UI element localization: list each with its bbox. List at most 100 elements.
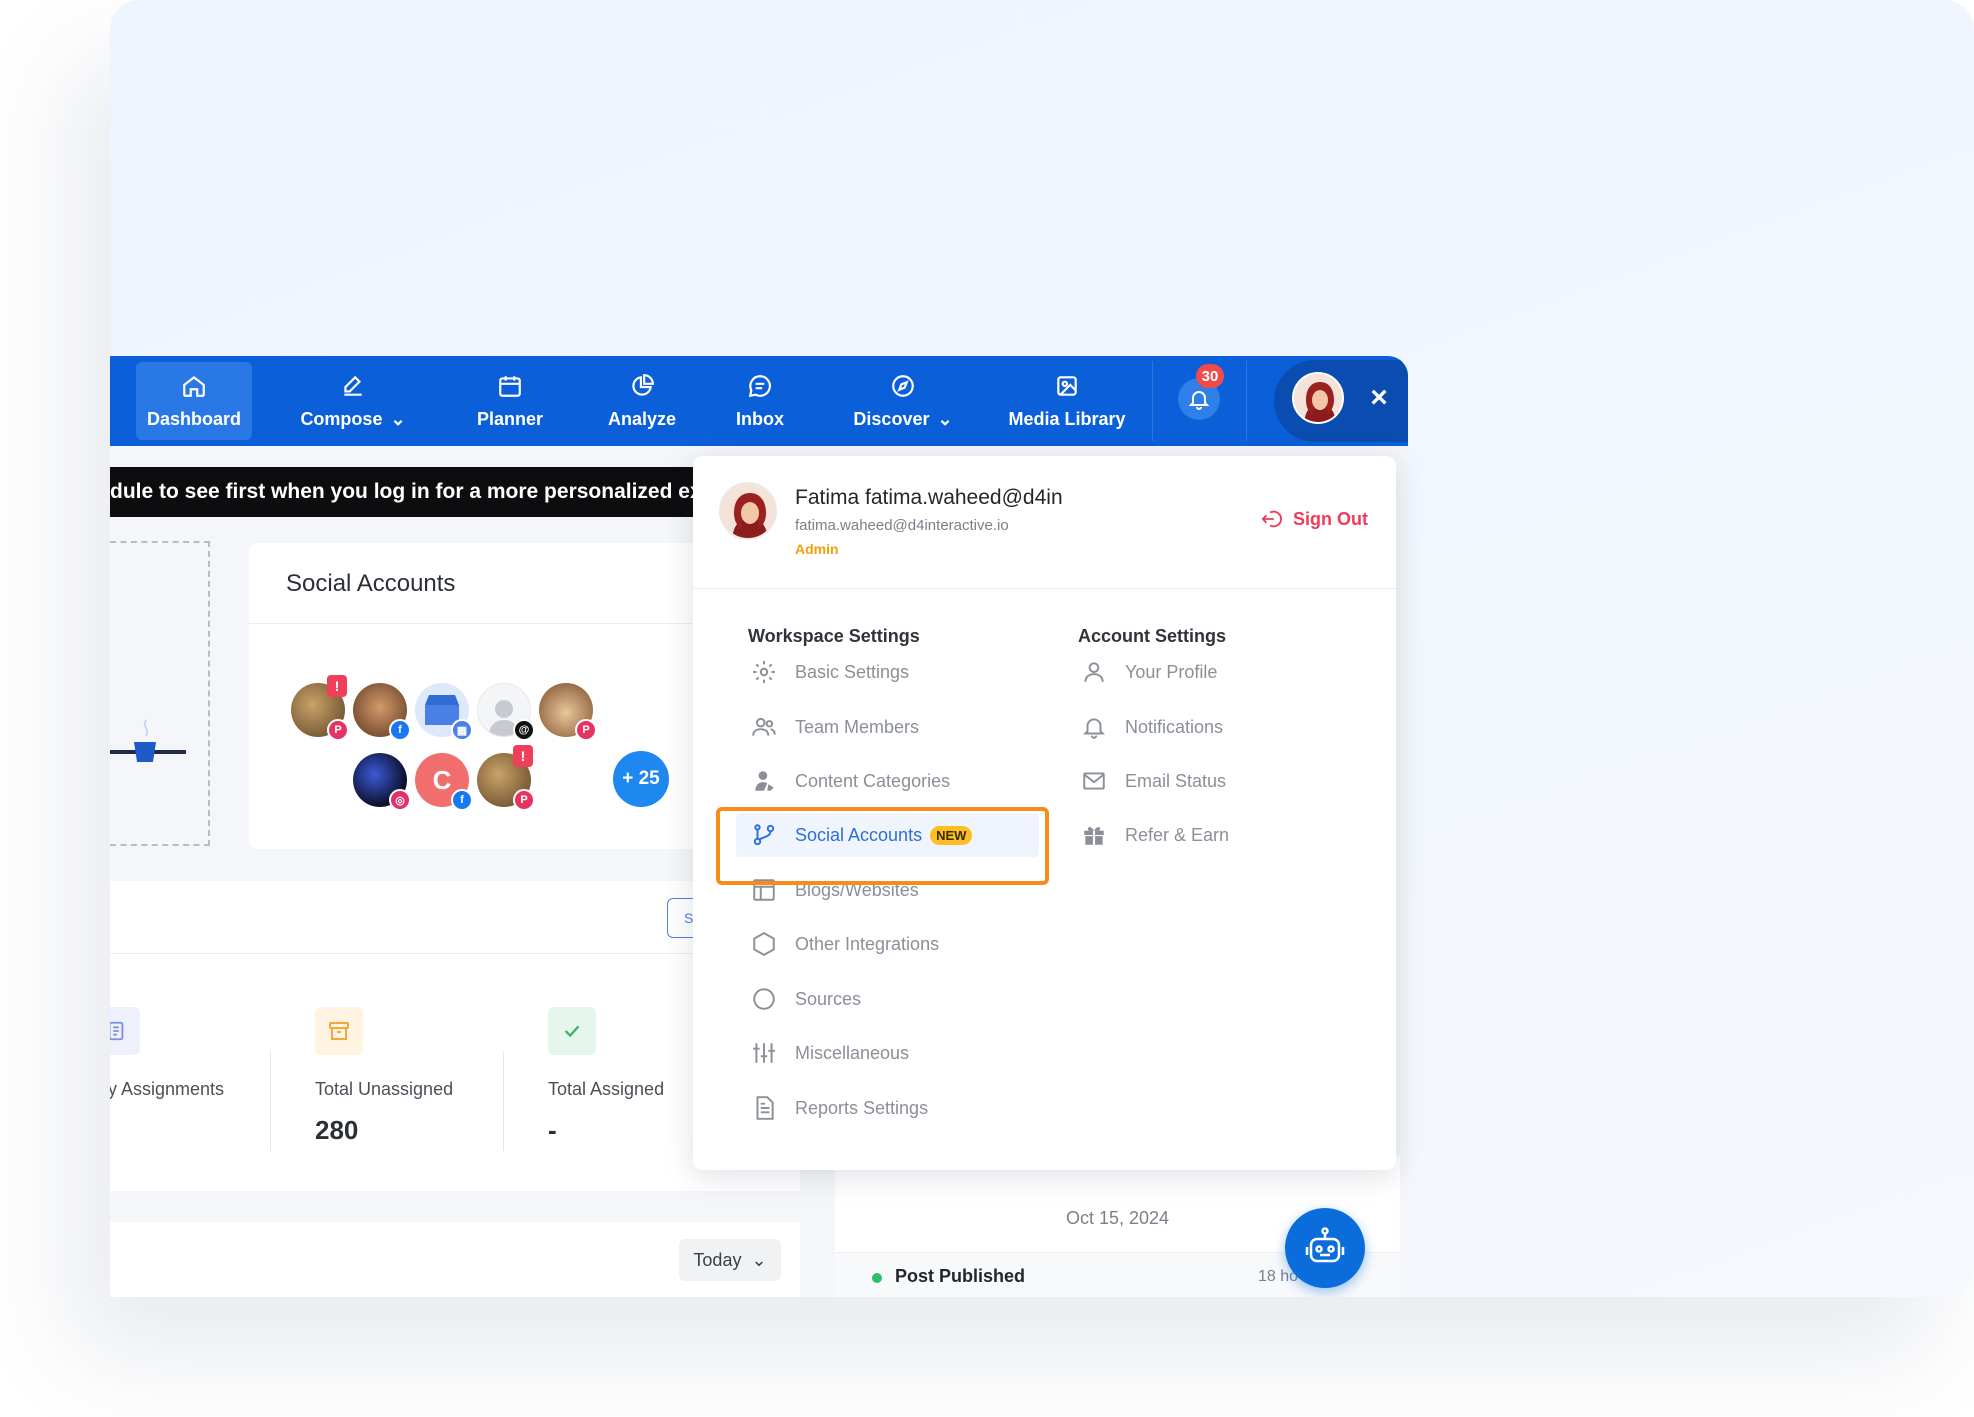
user-email: fatima.waheed@d4interactive.io: [795, 517, 1009, 534]
divider: [249, 623, 759, 624]
panel-title: Social Accounts: [286, 570, 456, 597]
divider: [693, 588, 1396, 589]
pinterest-icon: P: [327, 719, 349, 741]
menu-item-email-status[interactable]: Email Status: [1081, 759, 1226, 803]
stat-label: Total Unassigned: [315, 1079, 454, 1099]
envelope-icon: [1083, 772, 1105, 790]
stat-value: -: [548, 1115, 557, 1145]
user-icon: [1084, 662, 1104, 682]
menu-item-label: Notifications: [1125, 716, 1224, 737]
announcement-banner: dule to see first when you log in for a …: [110, 467, 695, 517]
chat-icon: [748, 374, 771, 397]
sign-out-button[interactable]: Sign Out: [1261, 508, 1368, 530]
chevron-down-icon: ⌄: [751, 1249, 767, 1270]
account-avatar[interactable]: ! P: [291, 675, 349, 741]
home-icon: [183, 375, 205, 397]
facebook-icon: f: [389, 719, 411, 741]
coffee-cup-illustration: [110, 719, 186, 762]
menu-item-content-categories[interactable]: Content Categories: [751, 759, 950, 803]
nav-label: Discover: [853, 408, 930, 429]
account-avatar[interactable]: ! P: [477, 745, 535, 811]
menu-item-label: Sources: [795, 988, 862, 1009]
nav-divider: [1246, 361, 1247, 441]
menu-item-label: Reports Settings: [795, 1097, 929, 1118]
nav-analyze[interactable]: Analyze: [592, 362, 692, 440]
status-dot: [872, 1273, 882, 1283]
nav-planner[interactable]: Planner: [460, 362, 560, 440]
nav-compose[interactable]: Compose ⌄: [288, 362, 418, 440]
menu-item-team-members[interactable]: Team Members: [751, 705, 919, 749]
nav-divider: [1152, 361, 1153, 441]
document-icon: [110, 1007, 140, 1055]
menu-item-refer-earn[interactable]: Refer & Earn: [1081, 813, 1229, 857]
notification-count-badge: 30: [1196, 364, 1224, 388]
image-icon: [1057, 375, 1077, 396]
chatbot-button[interactable]: [1285, 1208, 1365, 1288]
avatar: [719, 482, 777, 540]
menu-item-label: Miscellaneous: [795, 1042, 910, 1063]
user-name: Fatima fatima.waheed@d4in: [795, 486, 1063, 509]
account-settings-heading: Account Settings: [1078, 626, 1227, 646]
date-filter-label: Today: [693, 1249, 742, 1270]
divider: [503, 1051, 504, 1151]
stat-label: y Assignments: [110, 1079, 225, 1099]
document-icon: [756, 1096, 774, 1120]
menu-item-sources[interactable]: Sources: [751, 977, 861, 1021]
account-avatar[interactable]: @: [477, 683, 535, 741]
facebook-icon: f: [451, 789, 473, 811]
menu-item-label: Your Profile: [1125, 661, 1218, 682]
robot-icon: [1305, 1227, 1345, 1263]
nav-label: Planner: [476, 408, 544, 429]
user-tag-icon: [755, 771, 774, 791]
calendar-icon: [499, 375, 521, 397]
social-accounts-panel: Social Accounts ! P f ▦ @ P ◎ C f ! P + …: [249, 543, 759, 849]
menu-item-reports-settings[interactable]: Reports Settings: [751, 1086, 928, 1130]
google-business-icon: ▦: [451, 719, 473, 741]
account-avatar[interactable]: ◎: [353, 753, 411, 811]
warning-badge: !: [513, 745, 533, 767]
menu-item-label: Refer & Earn: [1125, 824, 1230, 845]
chevron-down-icon: ⌄: [937, 408, 953, 429]
gear-icon: [753, 661, 775, 683]
menu-item-notifications[interactable]: Notifications: [1081, 705, 1223, 749]
hexagon-icon: [753, 932, 775, 956]
filter-panel: Today ⌄: [110, 1222, 800, 1297]
account-avatar[interactable]: C f: [415, 753, 473, 811]
avatar[interactable]: [1292, 372, 1344, 424]
instagram-icon: ◎: [389, 789, 411, 811]
activity-label: Post Published: [895, 1266, 1026, 1286]
chevron-down-icon: ⌄: [390, 408, 406, 429]
account-avatar[interactable]: f: [353, 683, 411, 741]
nav-inbox[interactable]: Inbox: [718, 362, 802, 440]
bell-icon: [1082, 718, 1106, 739]
pie-chart-icon: [632, 373, 654, 396]
nav-media-library[interactable]: Media Library: [1000, 362, 1134, 440]
nav-label: Compose: [300, 408, 383, 429]
circle-icon: [753, 988, 775, 1010]
account-avatar[interactable]: ▦: [415, 683, 473, 741]
close-icon[interactable]: ×: [1364, 380, 1394, 416]
pinterest-icon: P: [575, 719, 597, 741]
archive-icon: [315, 1007, 363, 1055]
menu-item-your-profile[interactable]: Your Profile: [1081, 650, 1217, 694]
account-avatar[interactable]: P: [539, 683, 597, 741]
pen-icon: [344, 375, 362, 396]
more-accounts-button[interactable]: + 25: [613, 751, 669, 807]
bell-icon: [1188, 391, 1210, 410]
users-icon: [752, 717, 776, 736]
stat-label: Total Assigned: [548, 1079, 665, 1099]
nav-dashboard[interactable]: Dashboard: [136, 362, 252, 440]
check-icon: [548, 1007, 596, 1055]
menu-item-other-integrations[interactable]: Other Integrations: [751, 922, 939, 966]
gift-icon: [1084, 826, 1104, 845]
focus-highlight-box: [716, 807, 1049, 885]
nav-label: Media Library: [1008, 408, 1126, 429]
date-filter-dropdown[interactable]: Today ⌄: [679, 1239, 781, 1281]
nav-discover[interactable]: Discover ⌄: [838, 362, 968, 440]
nav-label: Inbox: [736, 408, 784, 429]
menu-item-label: Content Categories: [795, 770, 951, 791]
menu-item-basic-settings[interactable]: Basic Settings: [751, 650, 909, 694]
sliders-icon: [753, 1043, 775, 1063]
sign-out-label: Sign Out: [1293, 508, 1368, 529]
menu-item-miscellaneous[interactable]: Miscellaneous: [751, 1031, 909, 1075]
